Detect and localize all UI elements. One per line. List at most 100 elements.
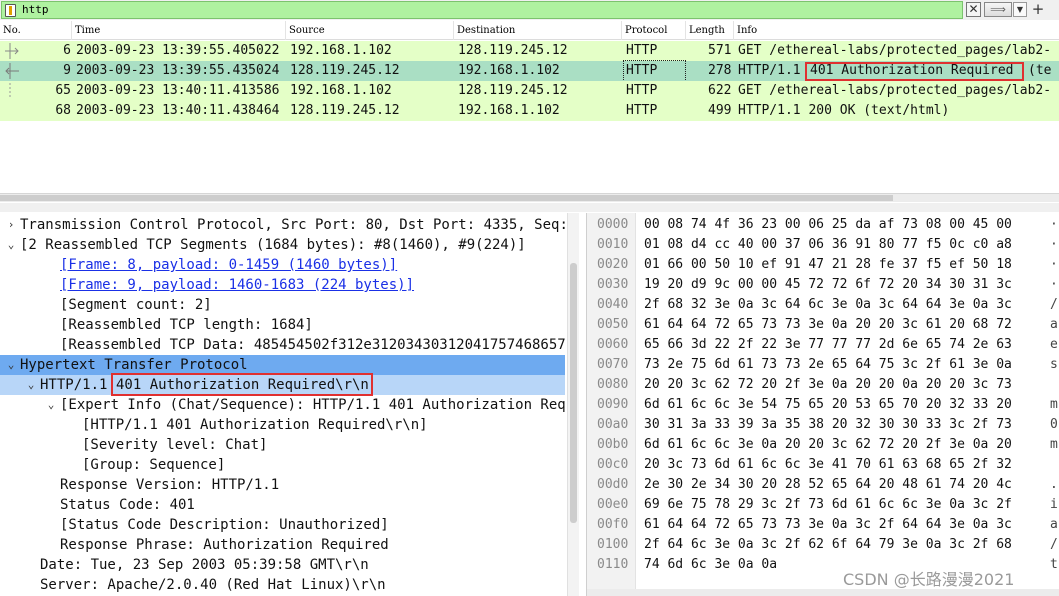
hex-row[interactable]: 00e0 69 6e 75 78 29 3c 2f 73 6d 61 6c 6c … bbox=[587, 495, 1059, 515]
details-vertical-scrollbar[interactable] bbox=[567, 213, 579, 596]
hex-offset: 0080 bbox=[597, 377, 629, 392]
packet-row[interactable]: 65 2003-09-23 13:40:11.413586 192.168.1.… bbox=[0, 81, 1059, 101]
hex-offset: 0100 bbox=[597, 537, 629, 552]
packet-row[interactable]: 6 2003-09-23 13:39:55.405022 192.168.1.1… bbox=[0, 41, 1059, 61]
hex-row[interactable]: 0070 73 2e 75 6d 61 73 73 2e 65 64 75 3c … bbox=[587, 355, 1059, 375]
display-filter-input[interactable]: http bbox=[1, 1, 963, 19]
frame-link[interactable]: [Frame: 9, payload: 1460-1683 (224 bytes… bbox=[60, 275, 414, 295]
packet-row[interactable]: 68 2003-09-23 13:40:11.438464 128.119.24… bbox=[0, 101, 1059, 121]
packet-destination: 192.168.1.102 bbox=[458, 103, 560, 118]
hex-row[interactable]: 0000 00 08 74 4f 36 23 00 06 25 da af 73 … bbox=[587, 215, 1059, 235]
tree-item[interactable]: [Frame: 9, payload: 1460-1683 (224 bytes… bbox=[0, 275, 565, 295]
tree-item[interactable]: Response Version: HTTP/1.1 bbox=[0, 475, 565, 495]
tree-item[interactable]: › Transmission Control Protocol, Src Port… bbox=[0, 215, 565, 235]
packet-bytes-pane: 0000 00 08 74 4f 36 23 00 06 25 da af 73 … bbox=[586, 213, 1059, 596]
display-filter-bar: http ✕ ⟹ ▼ + bbox=[0, 0, 1059, 20]
hex-bytes: 73 2e 75 6d 61 73 73 2e 65 64 75 3c 2f 6… bbox=[644, 357, 1012, 372]
hex-row[interactable]: 0090 6d 61 6c 6c 3e 54 75 65 20 53 65 70 … bbox=[587, 395, 1059, 415]
chevron-down-icon[interactable]: ⌄ bbox=[25, 375, 37, 395]
tree-item[interactable]: Status Code: 401 bbox=[0, 495, 565, 515]
column-header-no[interactable]: No. bbox=[0, 21, 72, 40]
hex-bytes: 2f 68 32 3e 0a 3c 64 6c 3e 0a 3c 64 64 3… bbox=[644, 297, 1012, 312]
tree-item[interactable]: [Group: Sequence] bbox=[0, 455, 565, 475]
tree-item[interactable]: ⌄ HTTP/1.1 401 Authorization Required\r\n bbox=[0, 375, 565, 395]
hex-row[interactable]: 00d0 2e 30 2e 34 30 20 28 52 65 64 20 48 … bbox=[587, 475, 1059, 495]
packet-no: 65 bbox=[55, 83, 71, 98]
hex-offset: 0050 bbox=[597, 317, 629, 332]
tree-item[interactable]: Server: Apache/2.0.40 (Red Hat Linux)\r\… bbox=[0, 575, 565, 595]
clear-filter-icon[interactable]: ✕ bbox=[966, 2, 981, 17]
apply-filter-button[interactable]: ⟹ bbox=[984, 2, 1012, 17]
tree-item[interactable]: [Segment count: 2] bbox=[0, 295, 565, 315]
scrollbar-thumb[interactable] bbox=[0, 195, 893, 201]
tree-item-label: Hypertext Transfer Protocol bbox=[20, 357, 248, 373]
chevron-down-icon[interactable]: ▼ bbox=[1013, 2, 1027, 17]
hex-ascii: s bbox=[1050, 357, 1058, 372]
tree-item[interactable]: Date: Tue, 23 Sep 2003 05:39:58 GMT\r\n bbox=[0, 555, 565, 575]
tree-item[interactable]: [Status Code Description: Unauthorized] bbox=[0, 515, 565, 535]
hex-row[interactable]: 0010 01 08 d4 cc 40 00 37 06 36 91 80 77 … bbox=[587, 235, 1059, 255]
chevron-down-icon[interactable]: ⌄ bbox=[5, 235, 17, 255]
packet-list-horizontal-scrollbar[interactable] bbox=[0, 193, 1059, 202]
conversation-line-icon bbox=[9, 83, 11, 99]
scrollbar-thumb[interactable] bbox=[570, 263, 577, 523]
hex-row[interactable]: 0060 65 66 3d 22 2f 22 3e 77 77 77 2d 6e … bbox=[587, 335, 1059, 355]
hex-ascii: a bbox=[1050, 317, 1058, 332]
hex-bytes: 6d 61 6c 6c 3e 0a 20 20 3c 62 72 20 2f 3… bbox=[644, 437, 1012, 452]
column-header-destination[interactable]: Destination bbox=[454, 21, 622, 40]
hex-row[interactable]: 00f0 61 64 64 72 65 73 73 3e 0a 3c 2f 64 … bbox=[587, 515, 1059, 535]
hex-row[interactable]: 0050 61 64 64 72 65 73 73 3e 0a 20 20 3c … bbox=[587, 315, 1059, 335]
hex-row[interactable]: 0020 01 66 00 50 10 ef 91 47 21 28 fe 37 … bbox=[587, 255, 1059, 275]
hex-row[interactable]: 0080 20 20 3c 62 72 20 2f 3e 0a 20 20 0a … bbox=[587, 375, 1059, 395]
bytes-horizontal-scrollbar[interactable] bbox=[587, 589, 1059, 596]
tree-item[interactable]: [Frame: 8, payload: 0-1459 (1460 bytes)] bbox=[0, 255, 565, 275]
hex-row[interactable]: 00c0 20 3c 73 6d 61 6c 6c 3e 41 70 61 63 … bbox=[587, 455, 1059, 475]
hex-ascii: 0 bbox=[1050, 417, 1058, 432]
bookmark-icon[interactable] bbox=[5, 4, 16, 17]
hex-ascii: m bbox=[1050, 437, 1058, 452]
tree-item[interactable]: ⌄ Hypertext Transfer Protocol bbox=[0, 355, 565, 375]
tree-item[interactable]: [Severity level: Chat] bbox=[0, 435, 565, 455]
tree-item[interactable]: ⌄ [Expert Info (Chat/Sequence): HTTP/1.1 … bbox=[0, 395, 565, 415]
hex-bytes: 30 31 3a 33 39 3a 35 38 20 32 30 30 33 3… bbox=[644, 417, 1012, 432]
hex-bytes: 00 08 74 4f 36 23 00 06 25 da af 73 08 0… bbox=[644, 217, 1012, 232]
hex-ascii: e bbox=[1050, 337, 1058, 352]
column-header-length[interactable]: Length bbox=[686, 21, 734, 40]
hex-row[interactable]: 00a0 30 31 3a 33 39 3a 35 38 20 32 30 30 … bbox=[587, 415, 1059, 435]
packet-list-header: No. Time Source Destination Protocol Len… bbox=[0, 21, 1059, 40]
tree-item-label: [Expert Info (Chat/Sequence): HTTP/1.1 4… bbox=[60, 397, 565, 413]
hex-row[interactable]: 0100 2f 64 6c 3e 0a 3c 2f 62 6f 64 79 3e … bbox=[587, 535, 1059, 555]
packet-source: 128.119.245.12 bbox=[290, 63, 400, 78]
packet-time: 2003-09-23 13:40:11.413586 bbox=[76, 83, 280, 98]
packet-no: 9 bbox=[63, 63, 71, 78]
response-arrow-icon bbox=[5, 63, 19, 79]
hex-row[interactable]: 0040 2f 68 32 3e 0a 3c 64 6c 3e 0a 3c 64 … bbox=[587, 295, 1059, 315]
hex-offset: 0110 bbox=[597, 557, 629, 572]
chevron-down-icon[interactable]: ⌄ bbox=[45, 395, 57, 415]
packet-row-selected[interactable]: 9 2003-09-23 13:39:55.435024 128.119.245… bbox=[0, 60, 1059, 82]
hex-bytes: 2e 30 2e 34 30 20 28 52 65 64 20 48 61 7… bbox=[644, 477, 1012, 492]
column-header-time[interactable]: Time bbox=[72, 21, 286, 40]
pane-splitter[interactable] bbox=[0, 203, 1059, 212]
tree-item[interactable]: [Reassembled TCP length: 1684] bbox=[0, 315, 565, 335]
hex-offset: 0000 bbox=[597, 217, 629, 232]
tree-item[interactable]: ⌄ [2 Reassembled TCP Segments (1684 bytes… bbox=[0, 235, 565, 255]
hex-row[interactable]: 00b0 6d 61 6c 6c 3e 0a 20 20 3c 62 72 20 … bbox=[587, 435, 1059, 455]
hex-offset: 00a0 bbox=[597, 417, 629, 432]
hex-offset: 0060 bbox=[597, 337, 629, 352]
tree-item[interactable]: [Reassembled TCP Data: 485454502f312e312… bbox=[0, 335, 565, 355]
hex-bytes: 01 66 00 50 10 ef 91 47 21 28 fe 37 f5 e… bbox=[644, 257, 1012, 272]
column-header-protocol[interactable]: Protocol bbox=[622, 21, 686, 40]
tree-item[interactable]: Response Phrase: Authorization Required bbox=[0, 535, 565, 555]
column-header-source[interactable]: Source bbox=[286, 21, 454, 40]
add-filter-icon[interactable]: + bbox=[1031, 0, 1045, 18]
hex-row[interactable]: 0030 19 20 d9 9c 00 00 45 72 72 6f 72 20 … bbox=[587, 275, 1059, 295]
column-header-info[interactable]: Info bbox=[734, 21, 1059, 40]
tree-item-label: [Severity level: Chat] bbox=[82, 437, 268, 453]
tree-item[interactable]: [HTTP/1.1 401 Authorization Required\r\n… bbox=[0, 415, 565, 435]
hex-bytes: 65 66 3d 22 2f 22 3e 77 77 77 2d 6e 65 7… bbox=[644, 337, 1012, 352]
frame-link[interactable]: [Frame: 8, payload: 0-1459 (1460 bytes)] bbox=[60, 255, 397, 275]
chevron-right-icon[interactable]: › bbox=[5, 215, 17, 235]
chevron-down-icon[interactable]: ⌄ bbox=[5, 355, 17, 375]
packet-time: 2003-09-23 13:39:55.435024 bbox=[76, 63, 280, 78]
